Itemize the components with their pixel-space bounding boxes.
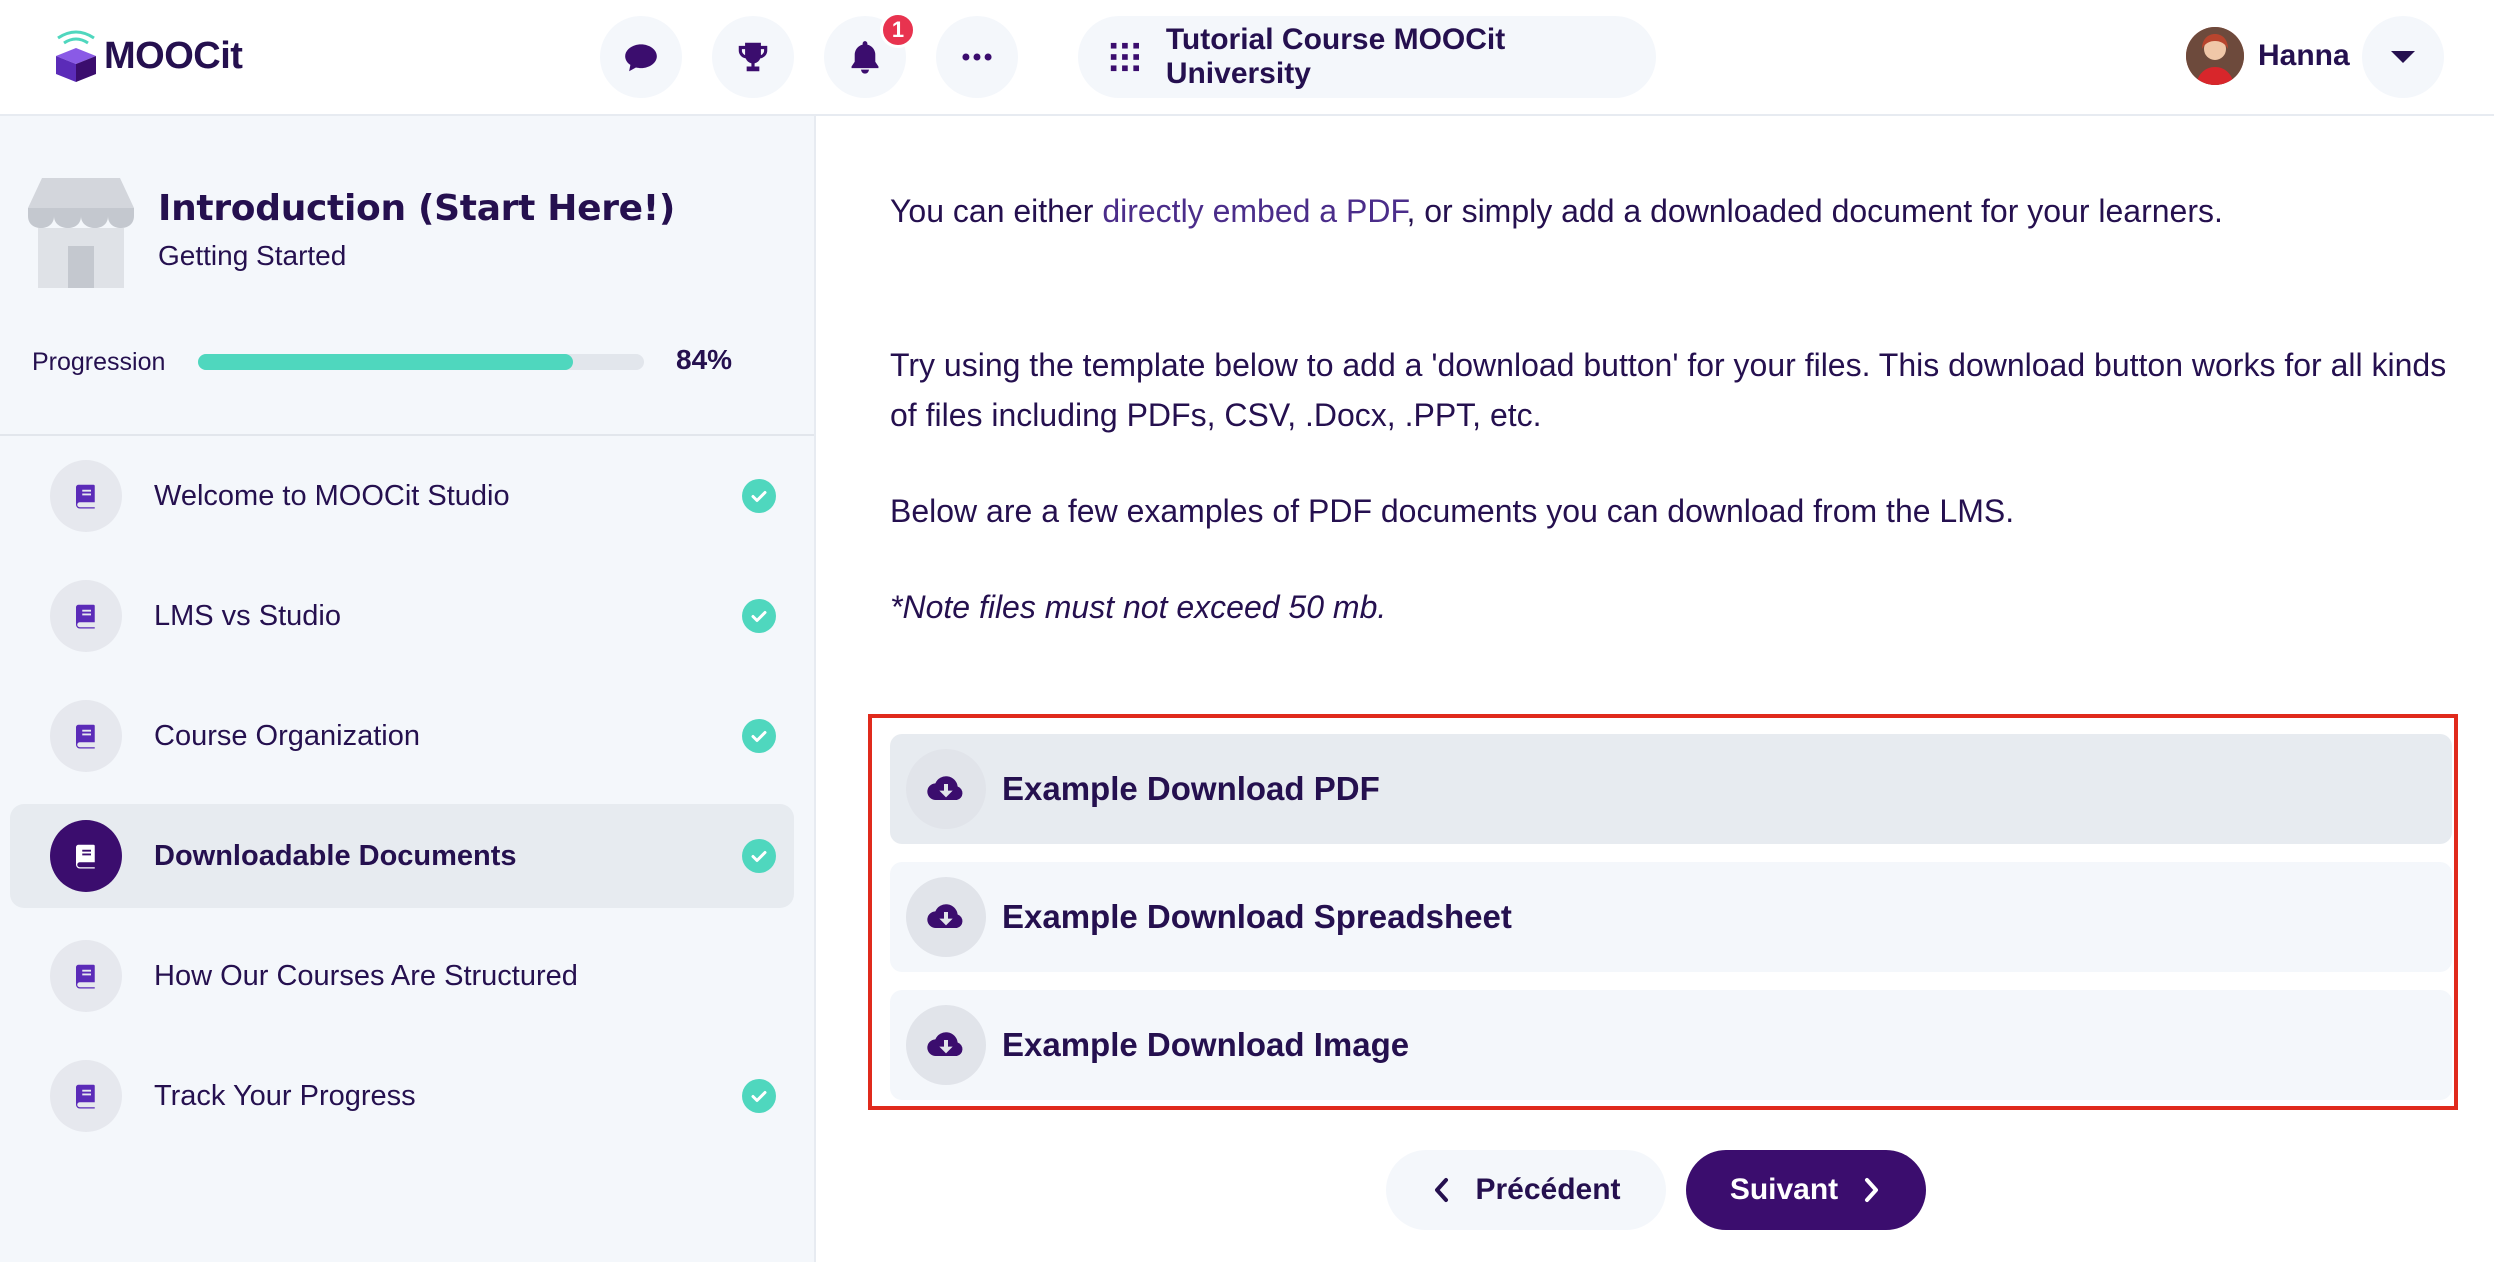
trophy-button[interactable] [712, 16, 794, 98]
examples-paragraph: Below are a few examples of PDF document… [890, 493, 2015, 529]
next-button[interactable]: Suivant [1686, 1150, 1926, 1230]
completed-check-icon [742, 1079, 776, 1113]
section-title: Introduction (Start Here!) [158, 188, 676, 229]
lesson-item-welcome[interactable]: Welcome to MOOCit Studio [10, 444, 794, 548]
previous-button[interactable]: Précédent [1386, 1150, 1666, 1230]
cloud-download-icon [906, 877, 986, 957]
lesson-label: How Our Courses Are Structured [154, 959, 578, 992]
chat-icon [625, 44, 657, 72]
chevron-down-icon [2391, 51, 2415, 63]
previous-label: Précédent [1475, 1173, 1621, 1206]
file-size-note: *Note files must not exceed 50 mb. [890, 589, 1387, 625]
intro-text: You can either [890, 193, 1103, 229]
completed-check-icon [742, 839, 776, 873]
chevron-left-icon [1435, 1178, 1449, 1202]
lesson-label: LMS vs Studio [154, 599, 341, 632]
section-subtitle: Getting Started [158, 240, 347, 271]
notification-badge: 1 [880, 12, 916, 48]
book-icon [50, 940, 122, 1012]
cloud-download-icon [906, 1005, 986, 1085]
download-label: Example Download Spreadsheet [1002, 898, 1512, 935]
lesson-label: Track Your Progress [154, 1079, 416, 1112]
lesson-content: You can either directly embed a PDF, or … [818, 116, 2494, 1262]
download-pdf-button[interactable]: Example Download PDF [890, 734, 2452, 844]
completed-check-icon [742, 479, 776, 513]
book-icon [50, 460, 122, 532]
intro-text-end: , or simply add a downloaded document fo… [1406, 193, 2223, 229]
completed-check-icon [742, 719, 776, 753]
course-title: Tutorial Course MOOCit University [1165, 23, 1506, 90]
progress-value: 84% [676, 344, 733, 375]
completed-check-icon [742, 599, 776, 633]
template-paragraph: Try using the template below to add a 'd… [890, 347, 2447, 433]
lesson-item-lms-vs-studio[interactable]: LMS vs Studio [10, 564, 794, 668]
logo-cube-icon [56, 30, 96, 82]
progress-bar [198, 354, 644, 370]
trophy-icon [738, 42, 768, 72]
progress-label: Progression [32, 348, 166, 376]
download-image-button[interactable]: Example Download Image [890, 990, 2452, 1100]
embed-pdf-link[interactable]: directly embed a PDF [1102, 193, 1406, 229]
book-icon [50, 700, 122, 772]
bell-icon [851, 41, 879, 74]
grid-icon [1110, 42, 1139, 72]
lesson-label: Welcome to MOOCit Studio [154, 479, 510, 512]
user-name: Hanna [2258, 39, 2350, 72]
download-spreadsheet-button[interactable]: Example Download Spreadsheet [890, 862, 2452, 972]
logo-text: MOOCit [104, 34, 243, 77]
user-dropdown-button[interactable] [2362, 16, 2444, 98]
lesson-label: Downloadable Documents [154, 839, 517, 872]
download-label: Example Download PDF [1002, 770, 1380, 807]
user-menu[interactable]: Hanna [2186, 26, 2350, 86]
cloud-download-icon [906, 749, 986, 829]
download-label: Example Download Image [1002, 1026, 1410, 1063]
book-icon [50, 580, 122, 652]
avatar [2186, 27, 2244, 85]
progress-bar-fill [198, 354, 573, 370]
next-label: Suivant [1729, 1173, 1839, 1206]
book-icon [50, 820, 122, 892]
notifications-button[interactable]: 1 [824, 12, 916, 98]
lesson-item-course-organization[interactable]: Course Organization [10, 684, 794, 788]
storefront-icon [28, 178, 134, 288]
top-navbar: MOOCit 1 Tutorial Course MOOCit Universi… [0, 0, 2494, 116]
more-icon [962, 53, 992, 61]
lesson-list: Welcome to MOOCit Studio LMS vs Studio C… [10, 444, 794, 1164]
chevron-right-icon [1865, 1178, 1879, 1202]
logo[interactable]: MOOCit [52, 30, 243, 82]
divider [0, 434, 814, 436]
course-outline-sidebar: Introduction (Start Here!) Getting Start… [0, 116, 816, 1262]
more-button[interactable] [936, 16, 1018, 98]
lesson-item-downloadable-documents[interactable]: Downloadable Documents [10, 804, 794, 908]
lesson-item-track-progress[interactable]: Track Your Progress [10, 1044, 794, 1148]
intro-paragraph: You can either directly embed a PDF, or … [890, 186, 2460, 236]
book-icon [50, 1060, 122, 1132]
chat-button[interactable] [600, 16, 682, 98]
course-switcher[interactable]: Tutorial Course MOOCit University [1078, 16, 1656, 98]
lesson-label: Course Organization [154, 719, 420, 752]
lesson-item-course-structure[interactable]: How Our Courses Are Structured [10, 924, 794, 1028]
